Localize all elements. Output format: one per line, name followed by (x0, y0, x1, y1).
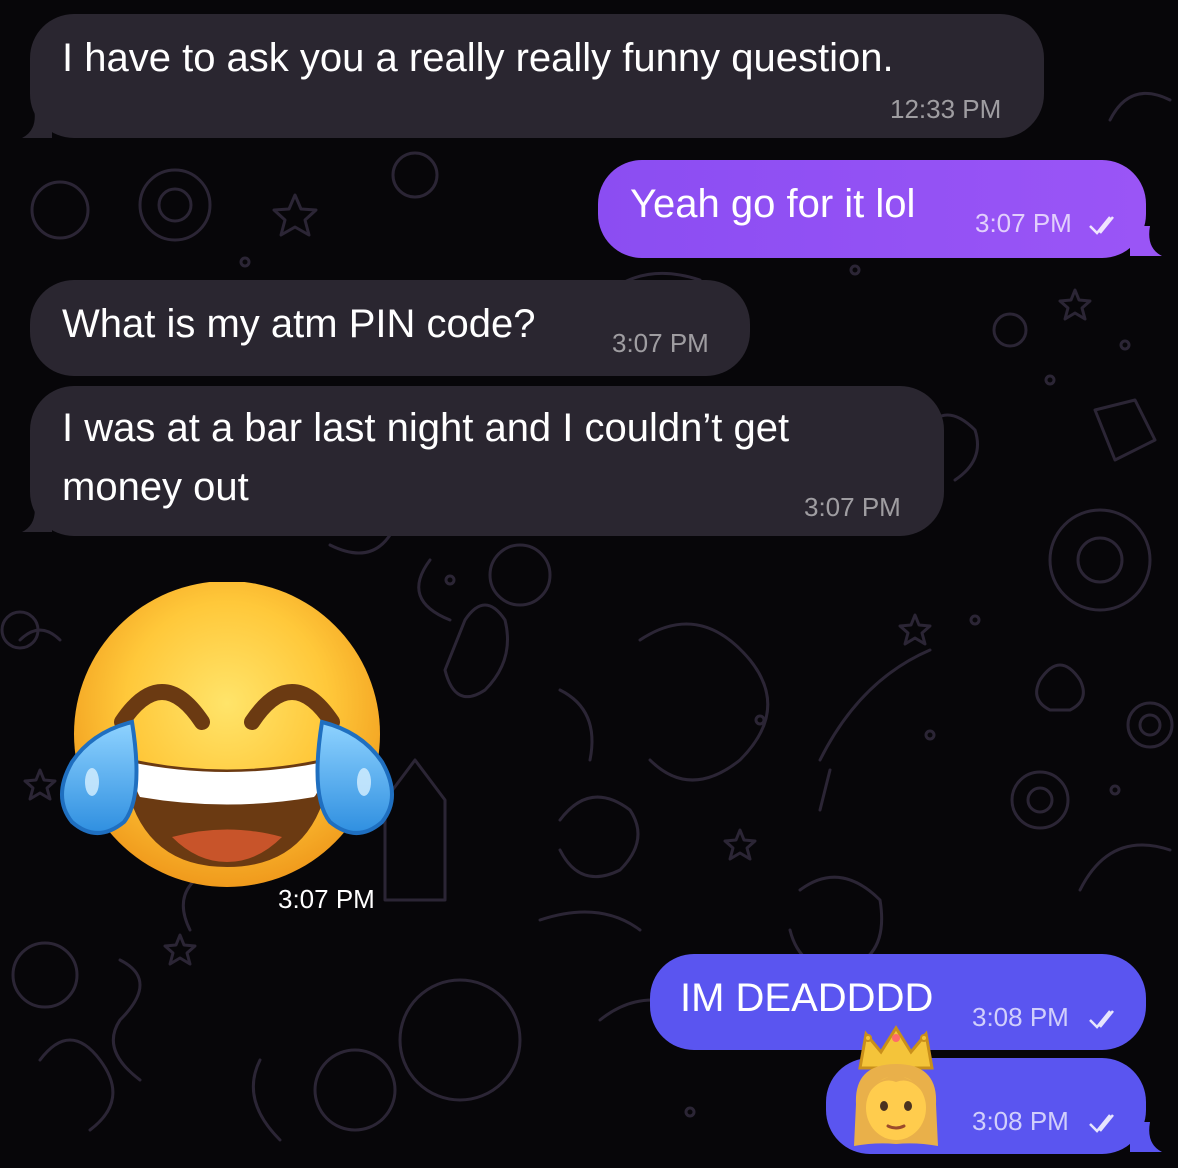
message-timestamp: 3:07 PM (278, 884, 375, 914)
message-timestamp: 3:07 PM (612, 328, 709, 358)
double-check-icon (1089, 1114, 1114, 1133)
message-timestamp: 3:07 PM (804, 492, 901, 522)
message-bubble-incoming[interactable]: What is my atm PIN code? 3:07 PM (30, 280, 750, 376)
face-with-tears-of-joy-icon[interactable] (52, 582, 402, 892)
message-text: I have to ask you a really really funny … (62, 36, 894, 80)
message-timestamp: 12:33 PM (890, 94, 1002, 124)
message-bubble-incoming[interactable]: I have to ask you a really really funny … (30, 14, 1044, 138)
message-text-line2: money out (62, 465, 249, 509)
bubble-tail (22, 108, 52, 138)
bubble-tail (1130, 226, 1162, 256)
message-timestamp: 3:08 PM (972, 1106, 1069, 1136)
princess-icon (854, 1025, 938, 1146)
message-text: IM DEADDDD (680, 976, 934, 1020)
message-timestamp: 3:07 PM (975, 208, 1072, 238)
message-text-line1: I was at a bar last night and I couldn’t… (62, 406, 790, 450)
message-text: What is my atm PIN code? (62, 302, 536, 346)
message-bubble-incoming[interactable]: I was at a bar last night and I couldn’t… (30, 386, 944, 536)
message-bubble-outgoing[interactable]: Yeah go for it lol 3:07 PM (598, 160, 1146, 258)
message-text: Yeah go for it lol (630, 182, 916, 226)
double-check-icon (1089, 216, 1114, 235)
chat-view[interactable]: I have to ask you a really really funny … (0, 0, 1178, 1168)
message-timestamp: 3:08 PM (972, 1002, 1069, 1032)
double-check-icon (1089, 1010, 1114, 1029)
bubble-tail (1130, 1122, 1162, 1152)
bubble-tail (22, 502, 52, 532)
